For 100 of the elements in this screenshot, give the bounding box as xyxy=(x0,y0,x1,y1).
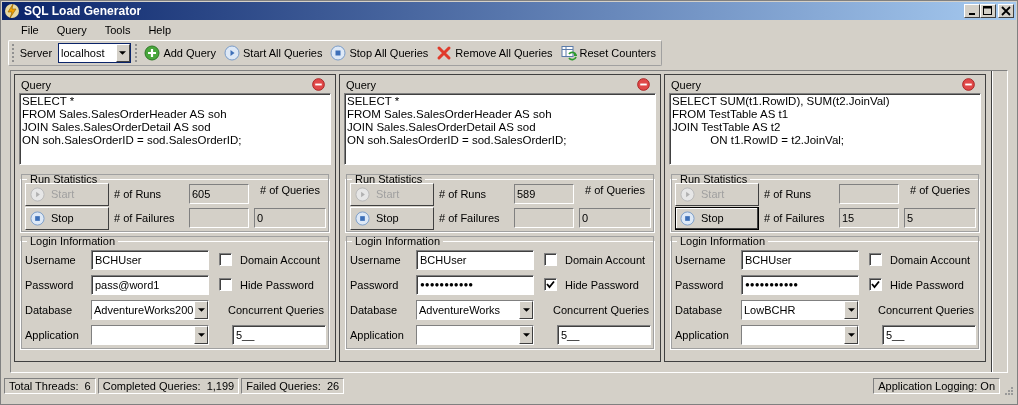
concurrent-queries-label: Concurrent Queries xyxy=(553,303,650,316)
query-field[interactable]: SELECT * FROM Sales.SalesOrderHeader AS soh JOIN Sales.SalesOrderDetail AS sod ON soh.SalesOrderID = sod.SalesOrderID; xyxy=(19,93,331,165)
play-icon xyxy=(680,186,695,202)
password-field[interactable]: ●●●●●●●●●●● xyxy=(741,274,859,295)
checkbox[interactable] xyxy=(544,278,557,291)
database-dropdown[interactable]: AdventureWorks200 xyxy=(91,299,209,320)
application-dropdown[interactable] xyxy=(741,324,859,345)
runs-label: # of Runs xyxy=(764,188,813,200)
username-field[interactable]: BCHUser xyxy=(741,249,859,270)
password-field[interactable]: pass@word1 xyxy=(91,274,209,295)
group-title: Login Information xyxy=(29,235,116,247)
database-label: Database xyxy=(675,303,724,316)
cross-icon xyxy=(436,45,453,61)
status-cell: Total Threads: 6 xyxy=(4,378,96,394)
group-title: Run Statistics xyxy=(354,173,424,185)
password-label: Password xyxy=(675,278,725,291)
group-title: Login Information xyxy=(679,235,766,247)
database-label: Database xyxy=(25,303,74,316)
query-field[interactable]: SELECT * FROM Sales.SalesOrderHeader AS soh JOIN Sales.SalesOrderDetail AS sod ON soh.SalesOrderID = sod.SalesOrderID; xyxy=(344,93,656,165)
stop-icon xyxy=(30,210,45,226)
remove-button[interactable]: Remove All Queries xyxy=(434,45,555,61)
application-label: Application xyxy=(25,328,80,341)
hide-password-label: Hide Password xyxy=(240,278,314,291)
domain-account-label: Domain Account xyxy=(890,253,971,266)
concurrent-queries-field[interactable]: 5__ xyxy=(882,324,976,345)
password-field[interactable]: ●●●●●●●●●●● xyxy=(416,274,534,295)
caret-icon xyxy=(119,51,127,55)
stop-icon xyxy=(355,210,370,226)
close-button[interactable] xyxy=(998,4,1014,18)
runs-label: # of Runs xyxy=(439,188,488,200)
database-dropdown[interactable]: LowBCHR xyxy=(741,299,859,320)
failures-field xyxy=(514,208,574,228)
add-button[interactable]: Add Query xyxy=(142,45,218,61)
failures-field: 15 xyxy=(839,208,899,228)
stop-button[interactable]: Stop All Queries xyxy=(328,45,431,61)
start-button[interactable]: Start All Queries xyxy=(222,45,325,61)
minimize-button[interactable] xyxy=(964,4,980,18)
runs-label: # of Runs xyxy=(114,188,163,200)
username-label: Username xyxy=(675,253,727,266)
reset-button[interactable]: Reset Counters xyxy=(558,45,658,61)
menu-item[interactable]: Help xyxy=(139,24,180,36)
concurrent-queries-field[interactable]: 5__ xyxy=(557,324,651,345)
queries-label: # of Queries xyxy=(910,183,970,196)
server-dropdown[interactable]: localhost xyxy=(58,43,131,63)
concurrent-queries-label: Concurrent Queries xyxy=(228,303,325,316)
menu-item[interactable]: Tools xyxy=(95,24,140,36)
failures-label: # of Failures xyxy=(439,212,501,224)
checkbox[interactable] xyxy=(544,253,557,266)
concurrent-queries-field[interactable]: 5__ xyxy=(232,324,326,345)
caret-icon xyxy=(847,307,855,312)
hide-password-label: Hide Password xyxy=(565,278,639,291)
queries-field: 0 xyxy=(254,208,326,228)
menu-item[interactable]: File xyxy=(12,24,48,36)
checkbox[interactable] xyxy=(219,253,232,266)
concurrent-queries-label: Concurrent Queries xyxy=(878,303,975,316)
play-icon xyxy=(355,186,370,202)
stop-button[interactable]: Stop xyxy=(25,206,109,230)
remove-icon[interactable] xyxy=(312,78,325,91)
username-field[interactable]: BCHUser xyxy=(416,249,534,270)
caret-icon xyxy=(847,332,855,337)
query-label: Query xyxy=(671,78,701,91)
close-icon xyxy=(1001,6,1011,16)
database-dropdown[interactable]: AdventureWorks xyxy=(416,299,534,320)
checkbox[interactable] xyxy=(869,278,882,291)
resize-grip-icon xyxy=(1002,384,1014,396)
checkbox[interactable] xyxy=(869,253,882,266)
queries-label: # of Queries xyxy=(585,183,645,196)
remove-icon[interactable] xyxy=(962,78,975,91)
server-label: Server xyxy=(19,47,53,59)
stop-button[interactable]: Stop xyxy=(350,206,434,230)
stop-icon xyxy=(330,45,347,61)
status-cell: Completed Queries: 1,199 xyxy=(97,378,240,394)
application-dropdown[interactable] xyxy=(416,324,534,345)
group-title: Run Statistics xyxy=(679,173,749,185)
status-cell: Failed Queries: 26 xyxy=(241,378,345,394)
password-label: Password xyxy=(350,278,400,291)
maximize-button[interactable] xyxy=(980,4,996,18)
query-label: Query xyxy=(21,78,51,91)
window-title: SQL Load Generator xyxy=(24,4,143,18)
password-label: Password xyxy=(25,278,75,291)
status-cell: Application Logging: On xyxy=(873,378,1000,394)
stop-button[interactable]: Stop xyxy=(675,206,759,230)
checkbox[interactable] xyxy=(219,278,232,291)
application-label: Application xyxy=(350,328,405,341)
lightning-icon xyxy=(4,3,20,19)
username-field[interactable]: BCHUser xyxy=(91,249,209,270)
play-icon xyxy=(224,45,240,61)
query-label: Query xyxy=(346,78,376,91)
plus-icon xyxy=(144,45,161,61)
query-field[interactable]: SELECT SUM(t1.RowID), SUM(t2.JoinVal) FROM TestTable AS t1 JOIN TestTable AS t2 ON t1.RowID = t2.JoinVal; xyxy=(669,93,981,165)
remove-icon[interactable] xyxy=(637,78,650,91)
hide-password-label: Hide Password xyxy=(890,278,964,291)
caret-icon xyxy=(522,332,530,337)
application-dropdown[interactable] xyxy=(91,324,209,345)
menu-item[interactable]: Query xyxy=(47,24,96,36)
queries-field: 5 xyxy=(904,208,976,228)
failures-field xyxy=(189,208,249,228)
stop-icon xyxy=(680,210,695,226)
maximize-icon xyxy=(983,6,993,16)
failures-label: # of Failures xyxy=(764,212,826,224)
